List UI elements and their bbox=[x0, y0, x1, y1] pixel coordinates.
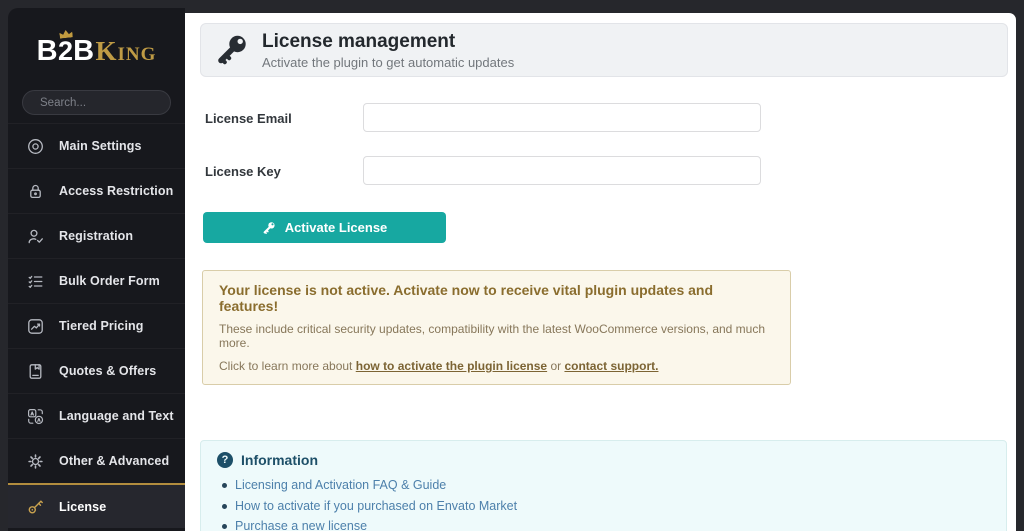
sidebar-item-label: Main Settings bbox=[59, 139, 142, 153]
license-key-row: License Key bbox=[205, 156, 1016, 185]
b2bking-logo: B 2 B King bbox=[8, 22, 185, 80]
sidebar-item-label: Language and Text bbox=[59, 409, 174, 423]
sidebar-item-label: Registration bbox=[59, 229, 134, 243]
information-title: Information bbox=[241, 452, 318, 468]
sidebar-item-quotes-offers[interactable]: Quotes & Offers bbox=[8, 348, 185, 393]
warning-line2: These include critical security updates,… bbox=[219, 322, 766, 350]
list-item: Licensing and Activation FAQ & Guide bbox=[217, 475, 990, 496]
book-icon bbox=[29, 363, 42, 379]
sidebar-item-license[interactable]: License bbox=[8, 483, 185, 528]
page-header: License management Activate the plugin t… bbox=[200, 23, 1008, 77]
b2bking-license-page: B2BKing Main Settings Access Restriction bbox=[0, 0, 1024, 531]
list-item: How to activate if you purchased on Enva… bbox=[217, 496, 990, 517]
user-check-icon bbox=[28, 229, 43, 243]
logo-text: 2 bbox=[58, 35, 74, 66]
license-email-label: License Email bbox=[205, 111, 292, 126]
sidebar-item-tiered-pricing[interactable]: Tiered Pricing bbox=[8, 303, 185, 348]
sidebar-item-bulk-order-form[interactable]: Bulk Order Form bbox=[8, 258, 185, 303]
sidebar-search[interactable] bbox=[22, 90, 194, 115]
page-header-text: License management Activate the plugin t… bbox=[262, 31, 514, 70]
logo-text: King bbox=[95, 35, 157, 66]
lock-icon bbox=[30, 184, 41, 198]
sidebar-item-label: Access Restriction bbox=[59, 184, 174, 198]
key-icon bbox=[218, 35, 246, 65]
activate-license-button[interactable]: Activate License bbox=[203, 212, 446, 243]
license-email-row: License Email bbox=[205, 103, 1016, 132]
checklist-icon bbox=[28, 275, 43, 288]
activate-license-help-link[interactable]: how to activate the plugin license bbox=[356, 359, 547, 373]
list-item: Purchase a new license bbox=[217, 516, 990, 531]
logo-text: B bbox=[73, 34, 95, 67]
gear-icon bbox=[28, 453, 43, 469]
crown-icon bbox=[59, 29, 73, 38]
sidebar-item-label: Quotes & Offers bbox=[59, 364, 157, 378]
main-content: License management Activate the plugin t… bbox=[185, 13, 1016, 531]
license-key-input[interactable] bbox=[363, 156, 761, 185]
license-warning-alert: Your license is not active. Activate now… bbox=[202, 270, 791, 385]
sidebar-item-label: Bulk Order Form bbox=[59, 274, 160, 288]
translate-icon bbox=[28, 408, 44, 424]
page-title: License management bbox=[262, 30, 456, 52]
page-subtitle: Activate the plugin to get automatic upd… bbox=[262, 54, 515, 70]
disc-icon bbox=[28, 138, 43, 154]
warning-line3: Click to learn more about how to activat… bbox=[219, 359, 774, 373]
license-email-input[interactable] bbox=[363, 103, 761, 132]
information-links: Licensing and Activation FAQ & Guide How… bbox=[217, 475, 990, 531]
sidebar-item-label: License bbox=[59, 499, 107, 514]
purchase-license-link[interactable]: Purchase a new license bbox=[235, 519, 367, 531]
sidebar-item-other-advanced[interactable]: Other & Advanced bbox=[8, 438, 185, 483]
sidebar: B2BKing Main Settings Access Restriction bbox=[8, 8, 194, 531]
activate-license-label: Activate License bbox=[284, 220, 388, 235]
warning-line3-mid: or bbox=[547, 359, 565, 373]
warning-line3-prefix: Click to learn more about bbox=[219, 359, 356, 373]
envato-activation-link[interactable]: How to activate if you purchased on Enva… bbox=[235, 499, 517, 513]
question-mark-icon: ? bbox=[217, 452, 233, 468]
chart-icon bbox=[28, 318, 43, 334]
key-icon bbox=[263, 221, 275, 234]
sidebar-item-label: Other & Advanced bbox=[59, 454, 170, 468]
contact-support-link[interactable]: contact support. bbox=[564, 359, 658, 373]
sidebar-item-language-and-text[interactable]: Language and Text bbox=[8, 393, 185, 438]
sidebar-item-main-settings[interactable]: Main Settings bbox=[8, 123, 185, 168]
license-key-label: License Key bbox=[205, 164, 281, 179]
information-header: ? Information bbox=[217, 452, 990, 468]
information-panel: ? Information Licensing and Activation F… bbox=[200, 440, 1007, 531]
logo-text: B bbox=[36, 34, 59, 67]
faq-guide-link[interactable]: Licensing and Activation FAQ & Guide bbox=[235, 478, 446, 492]
sidebar-item-access-restriction[interactable]: Access Restriction bbox=[8, 168, 185, 213]
sidebar-item-registration[interactable]: Registration bbox=[8, 213, 185, 258]
warning-title: Your license is not active. Activate now… bbox=[219, 282, 714, 314]
key-icon bbox=[28, 500, 43, 514]
search-input[interactable] bbox=[40, 96, 194, 109]
sidebar-item-label: Tiered Pricing bbox=[59, 319, 144, 333]
sidebar-nav: Main Settings Access Restriction Registr… bbox=[8, 123, 185, 528]
